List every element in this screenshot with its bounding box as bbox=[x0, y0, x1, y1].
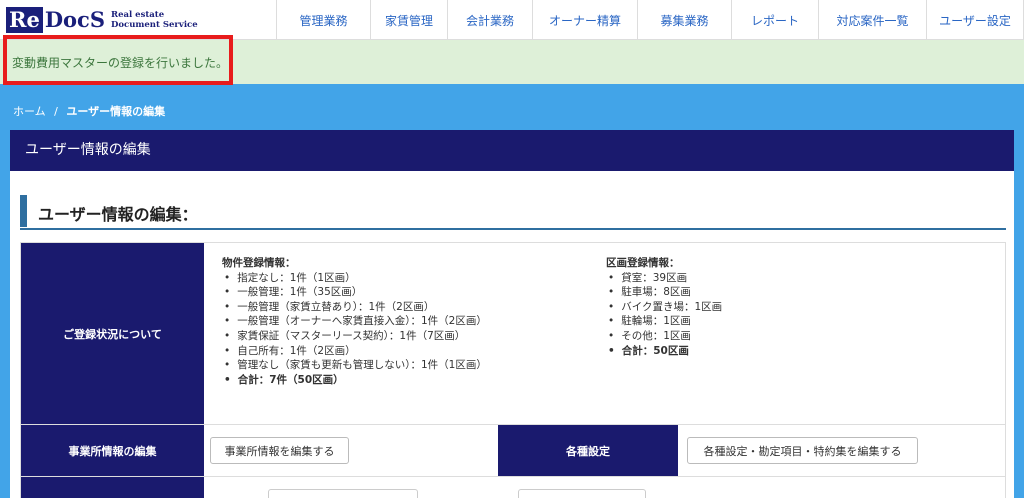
partial-input[interactable] bbox=[518, 489, 646, 498]
partial-input[interactable] bbox=[268, 489, 418, 498]
edit-settings-button[interactable]: 各種設定・勘定項目・特約集を編集する bbox=[687, 437, 918, 464]
registration-label: ご登録状況について bbox=[21, 243, 204, 424]
nav-item-yachin[interactable]: 家賃管理 bbox=[370, 0, 447, 40]
nav-item-user-settings[interactable]: ユーザー設定 bbox=[926, 0, 1024, 40]
property-list: 指定なし：1件（1区画） 一般管理：1件（35区画） 一般管理（家賃立替あり）：… bbox=[222, 271, 487, 388]
office-settings-row: 事業所情報の編集 事業所情報を編集する 各種設定 各種設定・勘定項目・特約集を編… bbox=[20, 425, 1006, 477]
list-item: 駐車場：8区画 bbox=[606, 285, 722, 300]
office-label: 事業所情報の編集 bbox=[21, 425, 204, 476]
nav-item-kanri[interactable]: 管理業務 bbox=[276, 0, 370, 40]
list-item: 一般管理（家賃立替あり）：1件（2区画） bbox=[222, 300, 487, 315]
nav-item-report[interactable]: レポート bbox=[731, 0, 818, 40]
list-item: 自己所有：1件（2区画） bbox=[222, 344, 487, 359]
section-accent-bar bbox=[20, 195, 27, 227]
breadcrumb-separator: / bbox=[54, 105, 58, 118]
breadcrumb: ホーム / ユーザー情報の編集 bbox=[13, 103, 165, 119]
list-item: バイク置き場：1区画 bbox=[606, 300, 722, 315]
list-item: 管理なし（家賃も更新も管理しない）：1件（1区画） bbox=[222, 358, 487, 373]
logo-subtitle: Real estate Document Service bbox=[111, 10, 198, 30]
logo-docs: DocS bbox=[44, 7, 105, 32]
list-item: 駐輪場：1区画 bbox=[606, 314, 722, 329]
nav-item-kaikei[interactable]: 会計業務 bbox=[447, 0, 532, 40]
redocs-logo[interactable]: Re DocS Real estate Document Service bbox=[6, 7, 198, 33]
list-item: その他：1区画 bbox=[606, 329, 722, 344]
section-heading: ユーザー情報の編集： bbox=[20, 192, 1006, 230]
logo-re: Re bbox=[6, 7, 43, 33]
section-title: ユーザー情報の編集： bbox=[38, 205, 198, 224]
list-item: 貸室：39区画 bbox=[606, 271, 722, 286]
nav-item-anken[interactable]: 対応案件一覧 bbox=[818, 0, 926, 40]
next-row-label bbox=[21, 477, 204, 498]
highlight-box bbox=[3, 35, 233, 85]
nav-item-owner[interactable]: オーナー精算 bbox=[532, 0, 637, 40]
settings-label: 各種設定 bbox=[498, 425, 678, 476]
breadcrumb-current: ユーザー情報の編集 bbox=[66, 105, 166, 118]
list-item: 家賃保証（マスターリース契約）：1件（7区画） bbox=[222, 329, 487, 344]
panel-title: ユーザー情報の編集 bbox=[10, 130, 1014, 171]
main-nav: 管理業務 家賃管理 会計業務 オーナー精算 募集業務 レポート 対応案件一覧 ユ… bbox=[276, 0, 1024, 40]
property-total: 合計：7件（50区画） bbox=[222, 373, 487, 388]
unit-info: 区画登録情報： 貸室：39区画 駐車場：8区画 バイク置き場：1区画 駐輪場：1… bbox=[606, 256, 722, 358]
registration-row: ご登録状況について 物件登録情報： 指定なし：1件（1区画） 一般管理：1件（3… bbox=[20, 242, 1006, 425]
unit-heading: 区画登録情報： bbox=[606, 257, 680, 269]
breadcrumb-home[interactable]: ホーム bbox=[13, 105, 46, 118]
top-navbar: Re DocS Real estate Document Service 管理業… bbox=[0, 0, 1024, 40]
list-item: 指定なし：1件（1区画） bbox=[222, 271, 487, 286]
unit-total: 合計：50区画 bbox=[606, 344, 722, 359]
list-item: 一般管理（オーナーへ家賃直接入金）：1件（2区画） bbox=[222, 314, 487, 329]
next-row bbox=[20, 477, 1006, 498]
property-info: 物件登録情報： 指定なし：1件（1区画） 一般管理：1件（35区画） 一般管理（… bbox=[222, 256, 487, 387]
edit-office-button[interactable]: 事業所情報を編集する bbox=[210, 437, 349, 464]
list-item: 一般管理：1件（35区画） bbox=[222, 285, 487, 300]
property-heading: 物件登録情報： bbox=[222, 257, 296, 269]
nav-item-boshu[interactable]: 募集業務 bbox=[637, 0, 731, 40]
main-panel: ユーザー情報の編集 ユーザー情報の編集： ご登録状況について 物件登録情報： 指… bbox=[10, 130, 1014, 498]
unit-list: 貸室：39区画 駐車場：8区画 バイク置き場：1区画 駐輪場：1区画 その他：1… bbox=[606, 271, 722, 359]
